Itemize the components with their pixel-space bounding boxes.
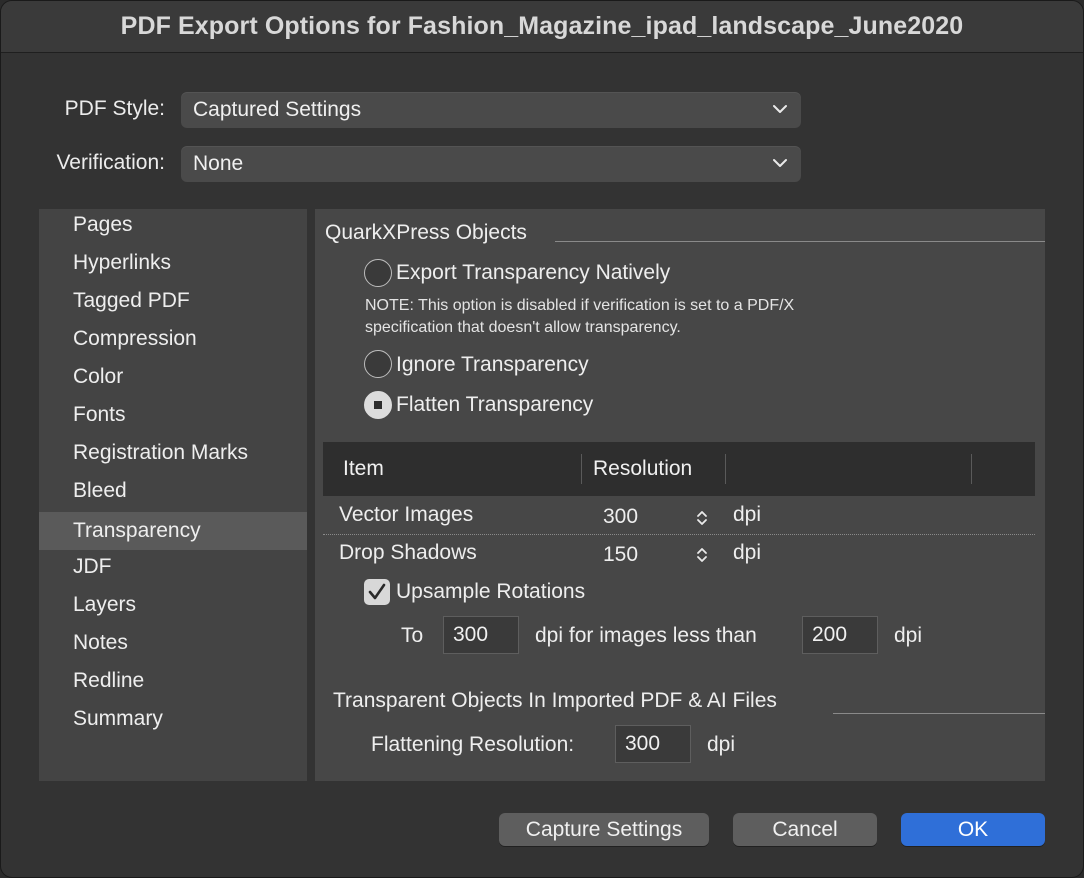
chevron-down-icon — [773, 105, 787, 113]
cancel-button[interactable]: Cancel — [733, 813, 877, 846]
upsample-unit: dpi — [894, 624, 923, 647]
column-separator — [581, 454, 582, 484]
flatten-transparency-radio[interactable] — [364, 391, 392, 419]
sidebar-item-layers[interactable]: Layers — [39, 586, 307, 624]
checkmark-icon — [368, 583, 386, 600]
sidebar-item-pages[interactable]: Pages — [39, 206, 307, 244]
upsample-to-label: To — [401, 624, 424, 647]
drop-shadows-resolution[interactable]: 150 — [603, 543, 638, 567]
section-divider — [833, 713, 1045, 714]
verification-value: None — [193, 152, 244, 175]
title-bar: PDF Export Options for Fashion_Magazine_… — [1, 1, 1083, 53]
table-row-item: Vector Images — [339, 503, 474, 526]
upsample-rotations-label: Upsample Rotations — [396, 580, 586, 603]
sidebar-item-redline[interactable]: Redline — [39, 662, 307, 700]
quarkxpress-objects-heading: QuarkXPress Objects — [325, 221, 527, 244]
column-header-item[interactable]: Item — [343, 442, 384, 496]
column-separator — [971, 454, 972, 484]
verification-popup[interactable]: None — [181, 146, 801, 182]
ignore-transparency-label: Ignore Transparency — [396, 353, 589, 376]
ok-button[interactable]: OK — [901, 813, 1045, 846]
flatten-transparency-label: Flatten Transparency — [396, 393, 594, 416]
column-header-resolution[interactable]: Resolution — [593, 442, 692, 496]
upsample-less-than-field[interactable]: 200 — [802, 616, 878, 654]
transparency-note-line1: NOTE: This option is disabled if verific… — [365, 297, 795, 314]
imported-files-heading: Transparent Objects In Imported PDF & AI… — [333, 689, 777, 712]
flattening-resolution-unit: dpi — [707, 733, 736, 756]
flattening-resolution-field[interactable]: 300 — [615, 725, 691, 763]
upsample-to-field[interactable]: 300 — [443, 616, 519, 654]
resolution-table-header: Item Resolution — [323, 442, 1035, 496]
pdf-style-popup[interactable]: Captured Settings — [181, 92, 801, 128]
sidebar-item-registration-marks[interactable]: Registration Marks — [39, 434, 307, 472]
vector-images-unit: dpi — [733, 503, 762, 526]
sidebar-item-hyperlinks[interactable]: Hyperlinks — [39, 244, 307, 282]
flattening-resolution-label: Flattening Resolution: — [371, 733, 575, 756]
sidebar-item-color[interactable]: Color — [39, 358, 307, 396]
upsample-rotations-checkbox[interactable] — [364, 579, 390, 605]
verification-label: Verification: — [56, 151, 165, 174]
export-natively-label: Export Transparency Natively — [396, 261, 671, 284]
capture-settings-button[interactable]: Capture Settings — [499, 813, 709, 846]
vector-images-resolution[interactable]: 300 — [603, 505, 638, 529]
section-divider — [555, 241, 1045, 242]
sidebar-item-bleed[interactable]: Bleed — [39, 472, 307, 510]
sidebar-item-tagged-pdf[interactable]: Tagged PDF — [39, 282, 307, 320]
sidebar-item-fonts[interactable]: Fonts — [39, 396, 307, 434]
transparency-note-line2: specification that doesn't allow transpa… — [365, 319, 681, 336]
window-title: PDF Export Options for Fashion_Magazine_… — [120, 12, 964, 40]
options-sidebar: Pages Hyperlinks Tagged PDF Compression … — [39, 209, 307, 781]
sidebar-item-summary[interactable]: Summary — [39, 700, 307, 738]
export-natively-radio[interactable] — [364, 259, 392, 287]
sidebar-item-jdf[interactable]: JDF — [39, 548, 307, 586]
ignore-transparency-radio[interactable] — [364, 350, 392, 378]
table-row-item: Drop Shadows — [339, 541, 477, 564]
sidebar-item-notes[interactable]: Notes — [39, 624, 307, 662]
sidebar-item-compression[interactable]: Compression — [39, 320, 307, 358]
sidebar-item-transparency[interactable]: Transparency — [39, 512, 307, 550]
row-divider — [323, 534, 1035, 535]
pdf-style-value: Captured Settings — [193, 98, 362, 121]
pdf-export-dialog: PDF Export Options for Fashion_Magazine_… — [0, 0, 1084, 878]
stepper-icon[interactable] — [695, 508, 709, 528]
column-separator — [725, 454, 726, 484]
upsample-middle-label: dpi for images less than — [535, 624, 757, 647]
pdf-style-label: PDF Style: — [64, 97, 165, 120]
drop-shadows-unit: dpi — [733, 541, 762, 564]
stepper-icon[interactable] — [695, 545, 709, 565]
chevron-down-icon — [773, 159, 787, 167]
